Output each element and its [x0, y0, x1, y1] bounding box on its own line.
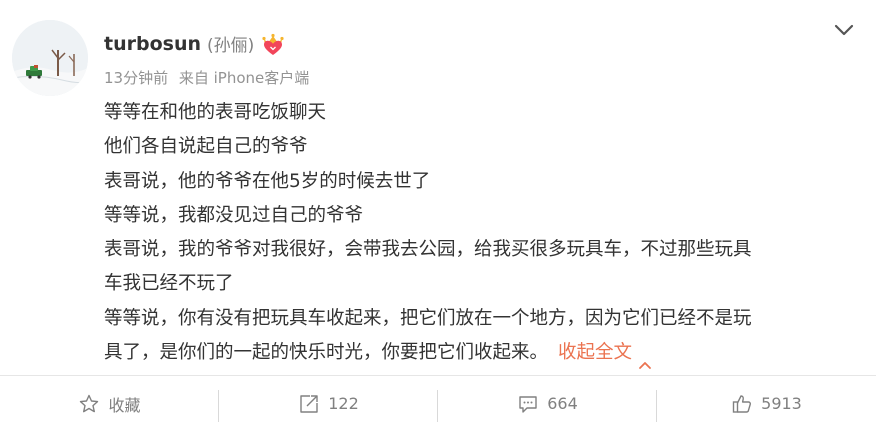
username[interactable]: turbosun — [104, 33, 201, 55]
comment-count: 664 — [547, 394, 578, 413]
favorite-label: 收藏 — [108, 395, 141, 415]
star-icon — [78, 393, 100, 415]
content-line-text: 具了，是你们的一起的快乐时光，你要把它们收起来。 — [104, 342, 549, 364]
weibo-post-card: turbosun (孙俪) 13分钟前 来自 iPhone客户端 等等在和他的表… — [0, 0, 876, 431]
real-name: (孙俪) — [207, 36, 255, 56]
avatar[interactable] — [12, 20, 88, 96]
content-line: 等等说，我都没见过自己的爷爷 — [104, 204, 364, 226]
crown-heart-badge-icon[interactable] — [260, 32, 286, 56]
content-line: 等等说，你有没有把玩具车收起来，把它们放在一个地方，因为它们已经不是玩 — [104, 307, 752, 329]
comment-button[interactable]: 664 — [438, 376, 657, 431]
content-line: 等等在和他的表哥吃饭聊天 — [104, 102, 327, 123]
post-header: turbosun (孙俪) — [104, 31, 286, 56]
thumbs-up-icon — [731, 393, 753, 415]
chevron-down-icon[interactable] — [832, 20, 856, 40]
post-meta: 13分钟前 来自 iPhone客户端 — [104, 67, 309, 88]
action-bar: 收藏 122 664 5913 — [0, 376, 876, 431]
post-time[interactable]: 13分钟前 — [104, 69, 168, 87]
chevron-up-icon[interactable] — [638, 348, 652, 369]
content-line: 表哥说，他的爷爷在他5岁的时候去世了 — [104, 170, 431, 192]
content-line: 表哥说，我的爷爷对我很好，会带我去公园，给我买很多玩具车，不过那些玩具 — [104, 239, 752, 261]
like-button[interactable]: 5913 — [657, 376, 876, 431]
collapse-label[interactable]: 收起全文 — [558, 342, 632, 363]
repost-count: 122 — [328, 394, 359, 413]
snow-landscape-avatar-image — [12, 20, 88, 96]
content-line: 他们各自说起自己的爷爷 — [104, 136, 308, 158]
post-source: 来自 iPhone客户端 — [178, 69, 310, 87]
like-count: 5913 — [761, 394, 802, 413]
repost-button[interactable]: 122 — [219, 376, 438, 431]
content-line: 车我已经不玩了 — [104, 273, 234, 295]
repost-icon — [298, 393, 320, 415]
collapse-full-text-link[interactable]: 收起全文 — [558, 342, 652, 369]
favorite-button[interactable]: 收藏 — [0, 376, 219, 431]
post-content: 等等在和他的表哥吃饭聊天 他们各自说起自己的爷爷 表哥说，他的爷爷在他5岁的时候… — [104, 96, 854, 370]
comment-icon — [517, 393, 539, 415]
content-line-last: 具了，是你们的一起的快乐时光，你要把它们收起来。 收起全文 — [104, 336, 854, 370]
